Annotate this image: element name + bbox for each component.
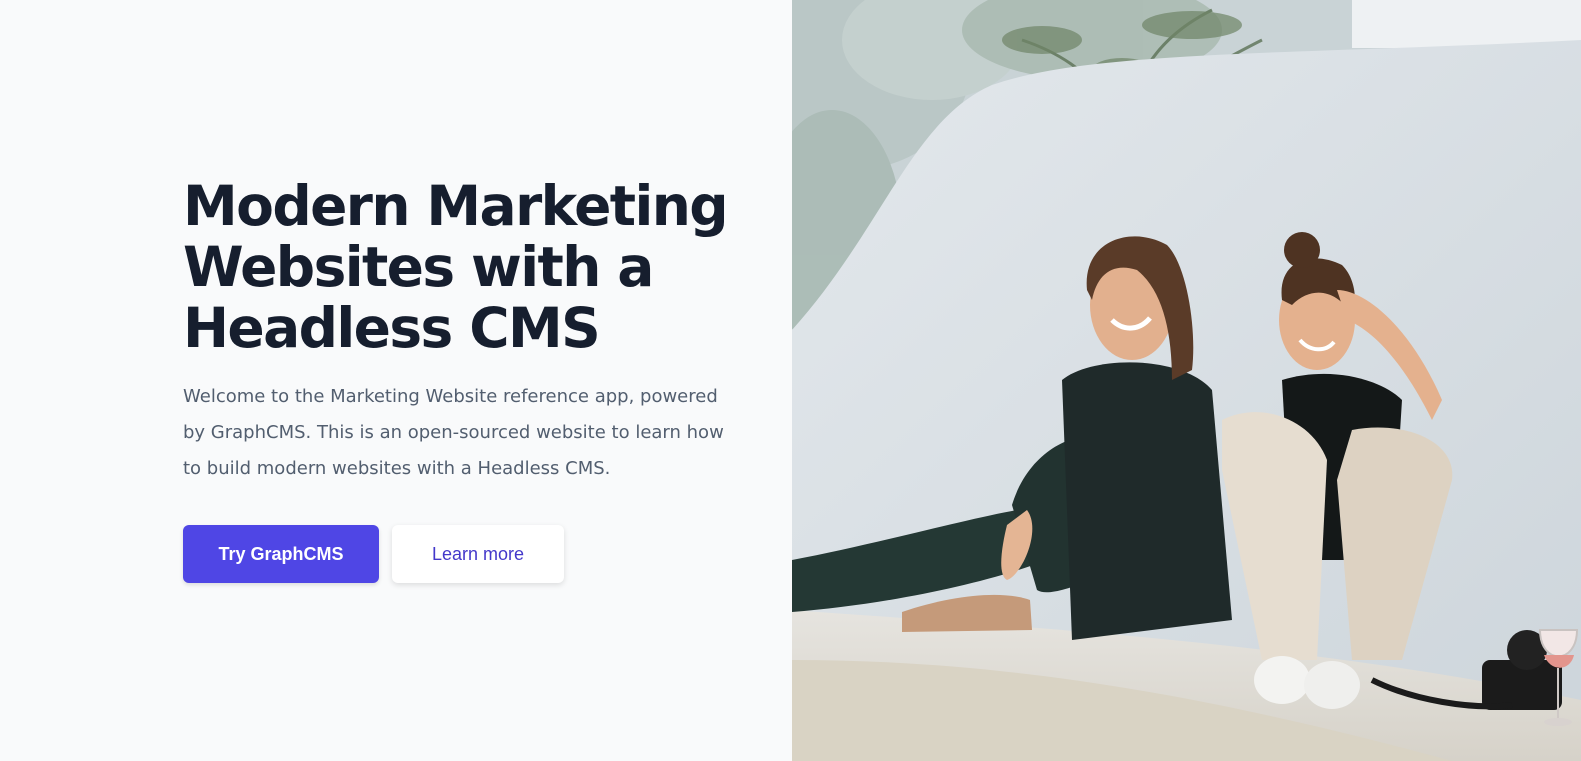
hero-title-line-1: Modern Marketing xyxy=(183,174,729,238)
hero-description: Welcome to the Marketing Website referen… xyxy=(183,386,724,479)
hero-title-line-2: Websites with a xyxy=(183,235,654,299)
hero-actions: Try GraphCMS Learn more xyxy=(183,525,743,583)
hero-content: Modern Marketing Websites with a Headles… xyxy=(183,176,743,583)
hero-title-line-3: Headless CMS xyxy=(183,296,601,360)
learn-more-button[interactable]: Learn more xyxy=(392,525,564,583)
hero-text-panel: Modern Marketing Websites with a Headles… xyxy=(0,0,792,761)
hero-title: Modern Marketing Websites with a Headles… xyxy=(183,176,743,359)
two-women-laughing-photo xyxy=(792,0,1581,761)
try-graphcms-button[interactable]: Try GraphCMS xyxy=(183,525,379,583)
hero-image xyxy=(792,0,1581,761)
hero-section: Modern Marketing Websites with a Headles… xyxy=(0,0,1581,761)
